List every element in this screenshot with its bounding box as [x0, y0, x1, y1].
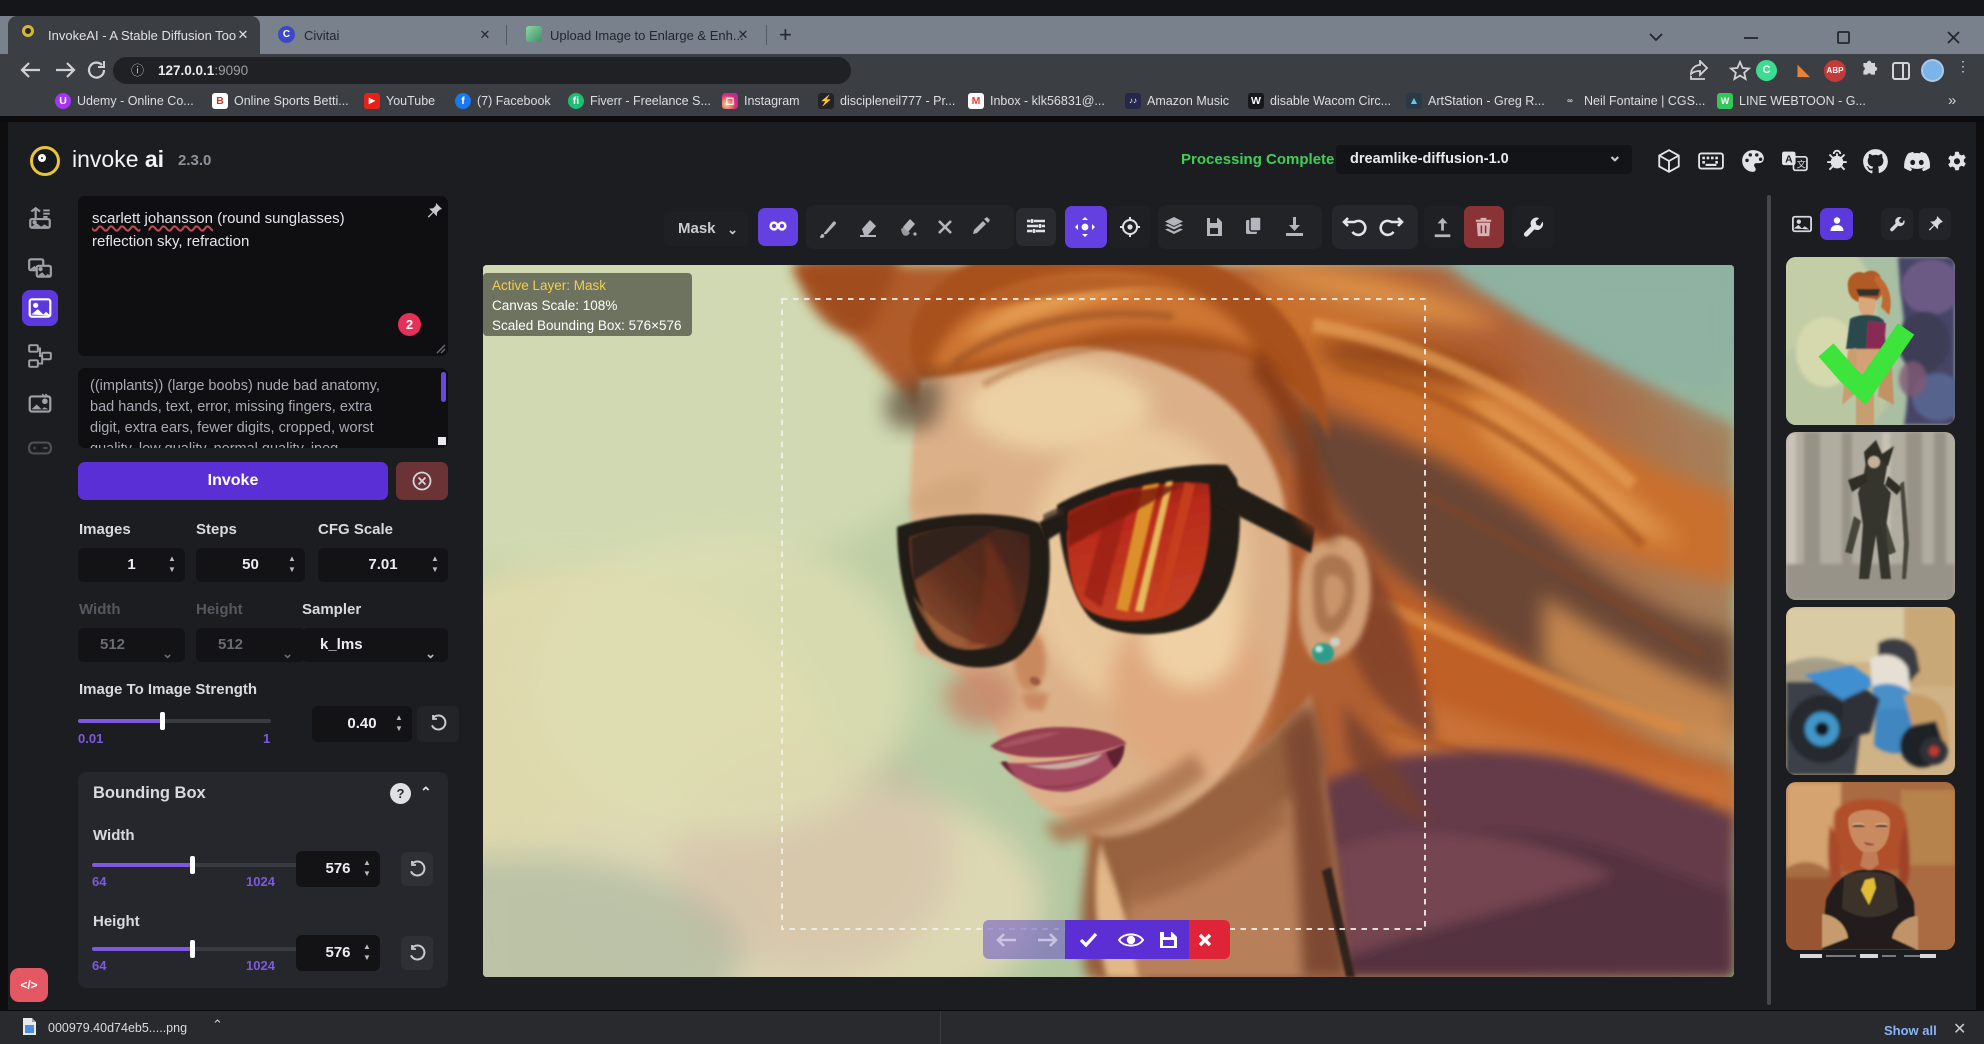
svg-text:A: A	[1785, 155, 1793, 166]
svg-text:文: 文	[1797, 159, 1806, 170]
